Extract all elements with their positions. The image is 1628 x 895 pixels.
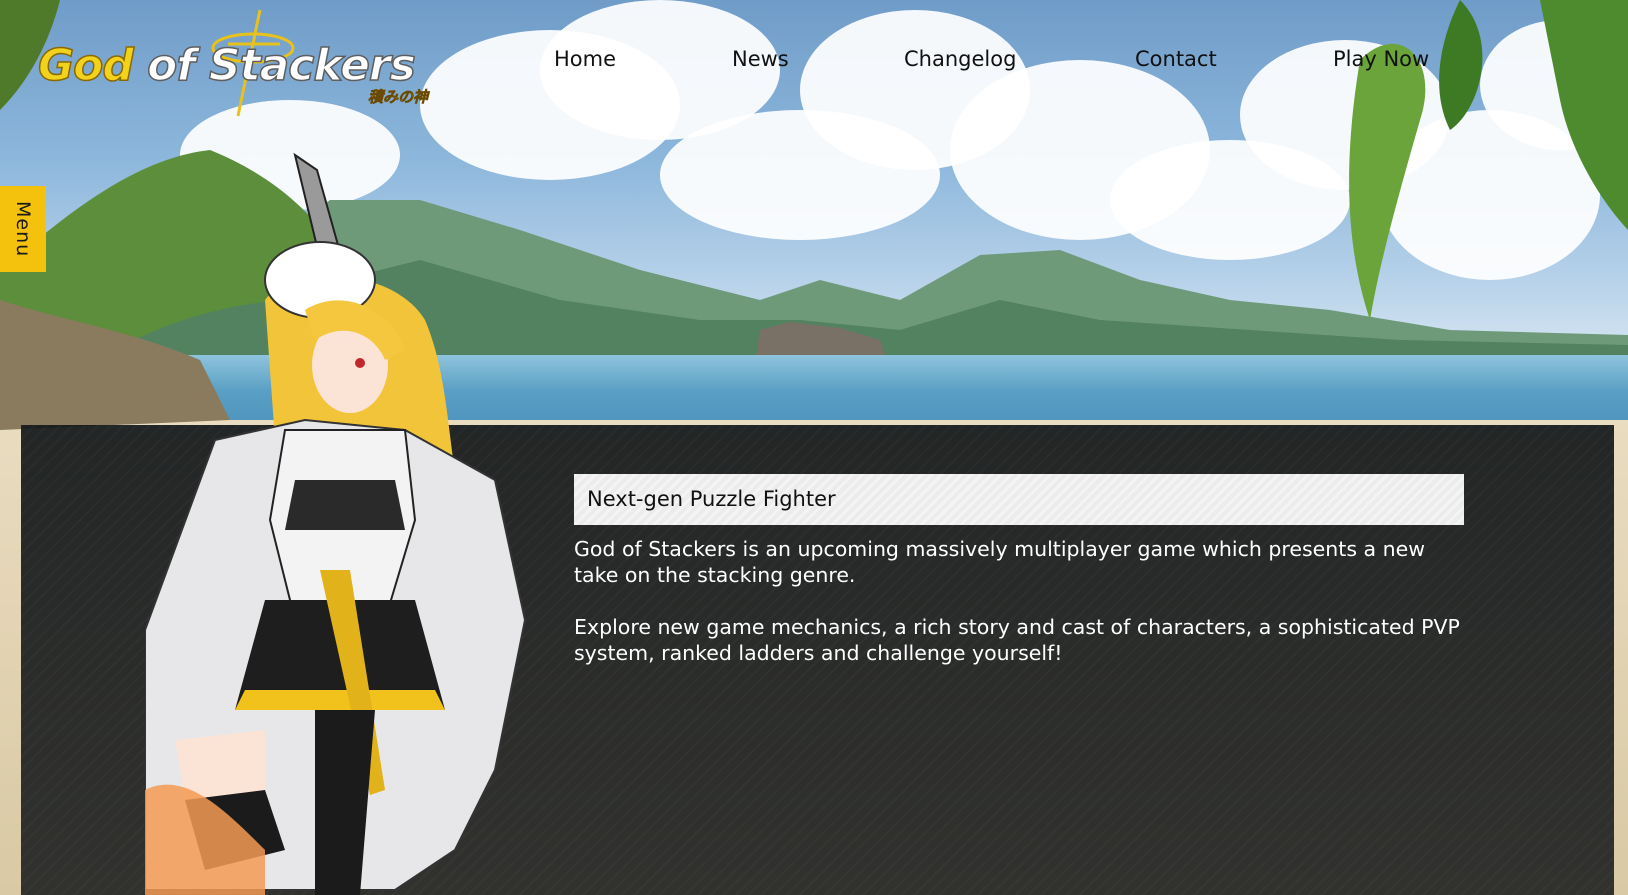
description-paragraph-2: Explore new game mechanics, a rich story… — [574, 615, 1460, 665]
logo-word-of: of — [146, 39, 196, 92]
logo-wordmark: God of Stackers — [37, 39, 416, 92]
section-heading: Next-gen Puzzle Fighter — [587, 487, 836, 511]
logo-subtitle-japanese: 積みの神 — [368, 88, 429, 107]
nav-item-play-now[interactable]: Play Now — [1333, 47, 1429, 71]
side-menu-toggle[interactable]: Menu — [0, 186, 46, 272]
section-heading-box: Next-gen Puzzle Fighter — [574, 474, 1464, 525]
description-paragraph-1: God of Stackers is an upcoming massively… — [574, 537, 1425, 587]
hero-character-illustration — [145, 152, 527, 895]
game-description: God of Stackers is an upcoming massively… — [574, 536, 1474, 692]
nav-item-changelog[interactable]: Changelog — [904, 47, 1016, 71]
logo-word-stackers: Stackers — [208, 39, 416, 92]
nav-item-contact[interactable]: Contact — [1135, 47, 1217, 71]
logo-word-god: God — [37, 39, 134, 92]
top-navigation: God of Stackers 積みの神 Home News Changelog… — [0, 0, 1628, 120]
site-logo[interactable]: God of Stackers 積みの神 — [37, 8, 458, 117]
side-menu-label: Menu — [12, 200, 34, 258]
nav-item-news[interactable]: News — [732, 47, 789, 71]
nav-item-home[interactable]: Home — [554, 47, 616, 71]
